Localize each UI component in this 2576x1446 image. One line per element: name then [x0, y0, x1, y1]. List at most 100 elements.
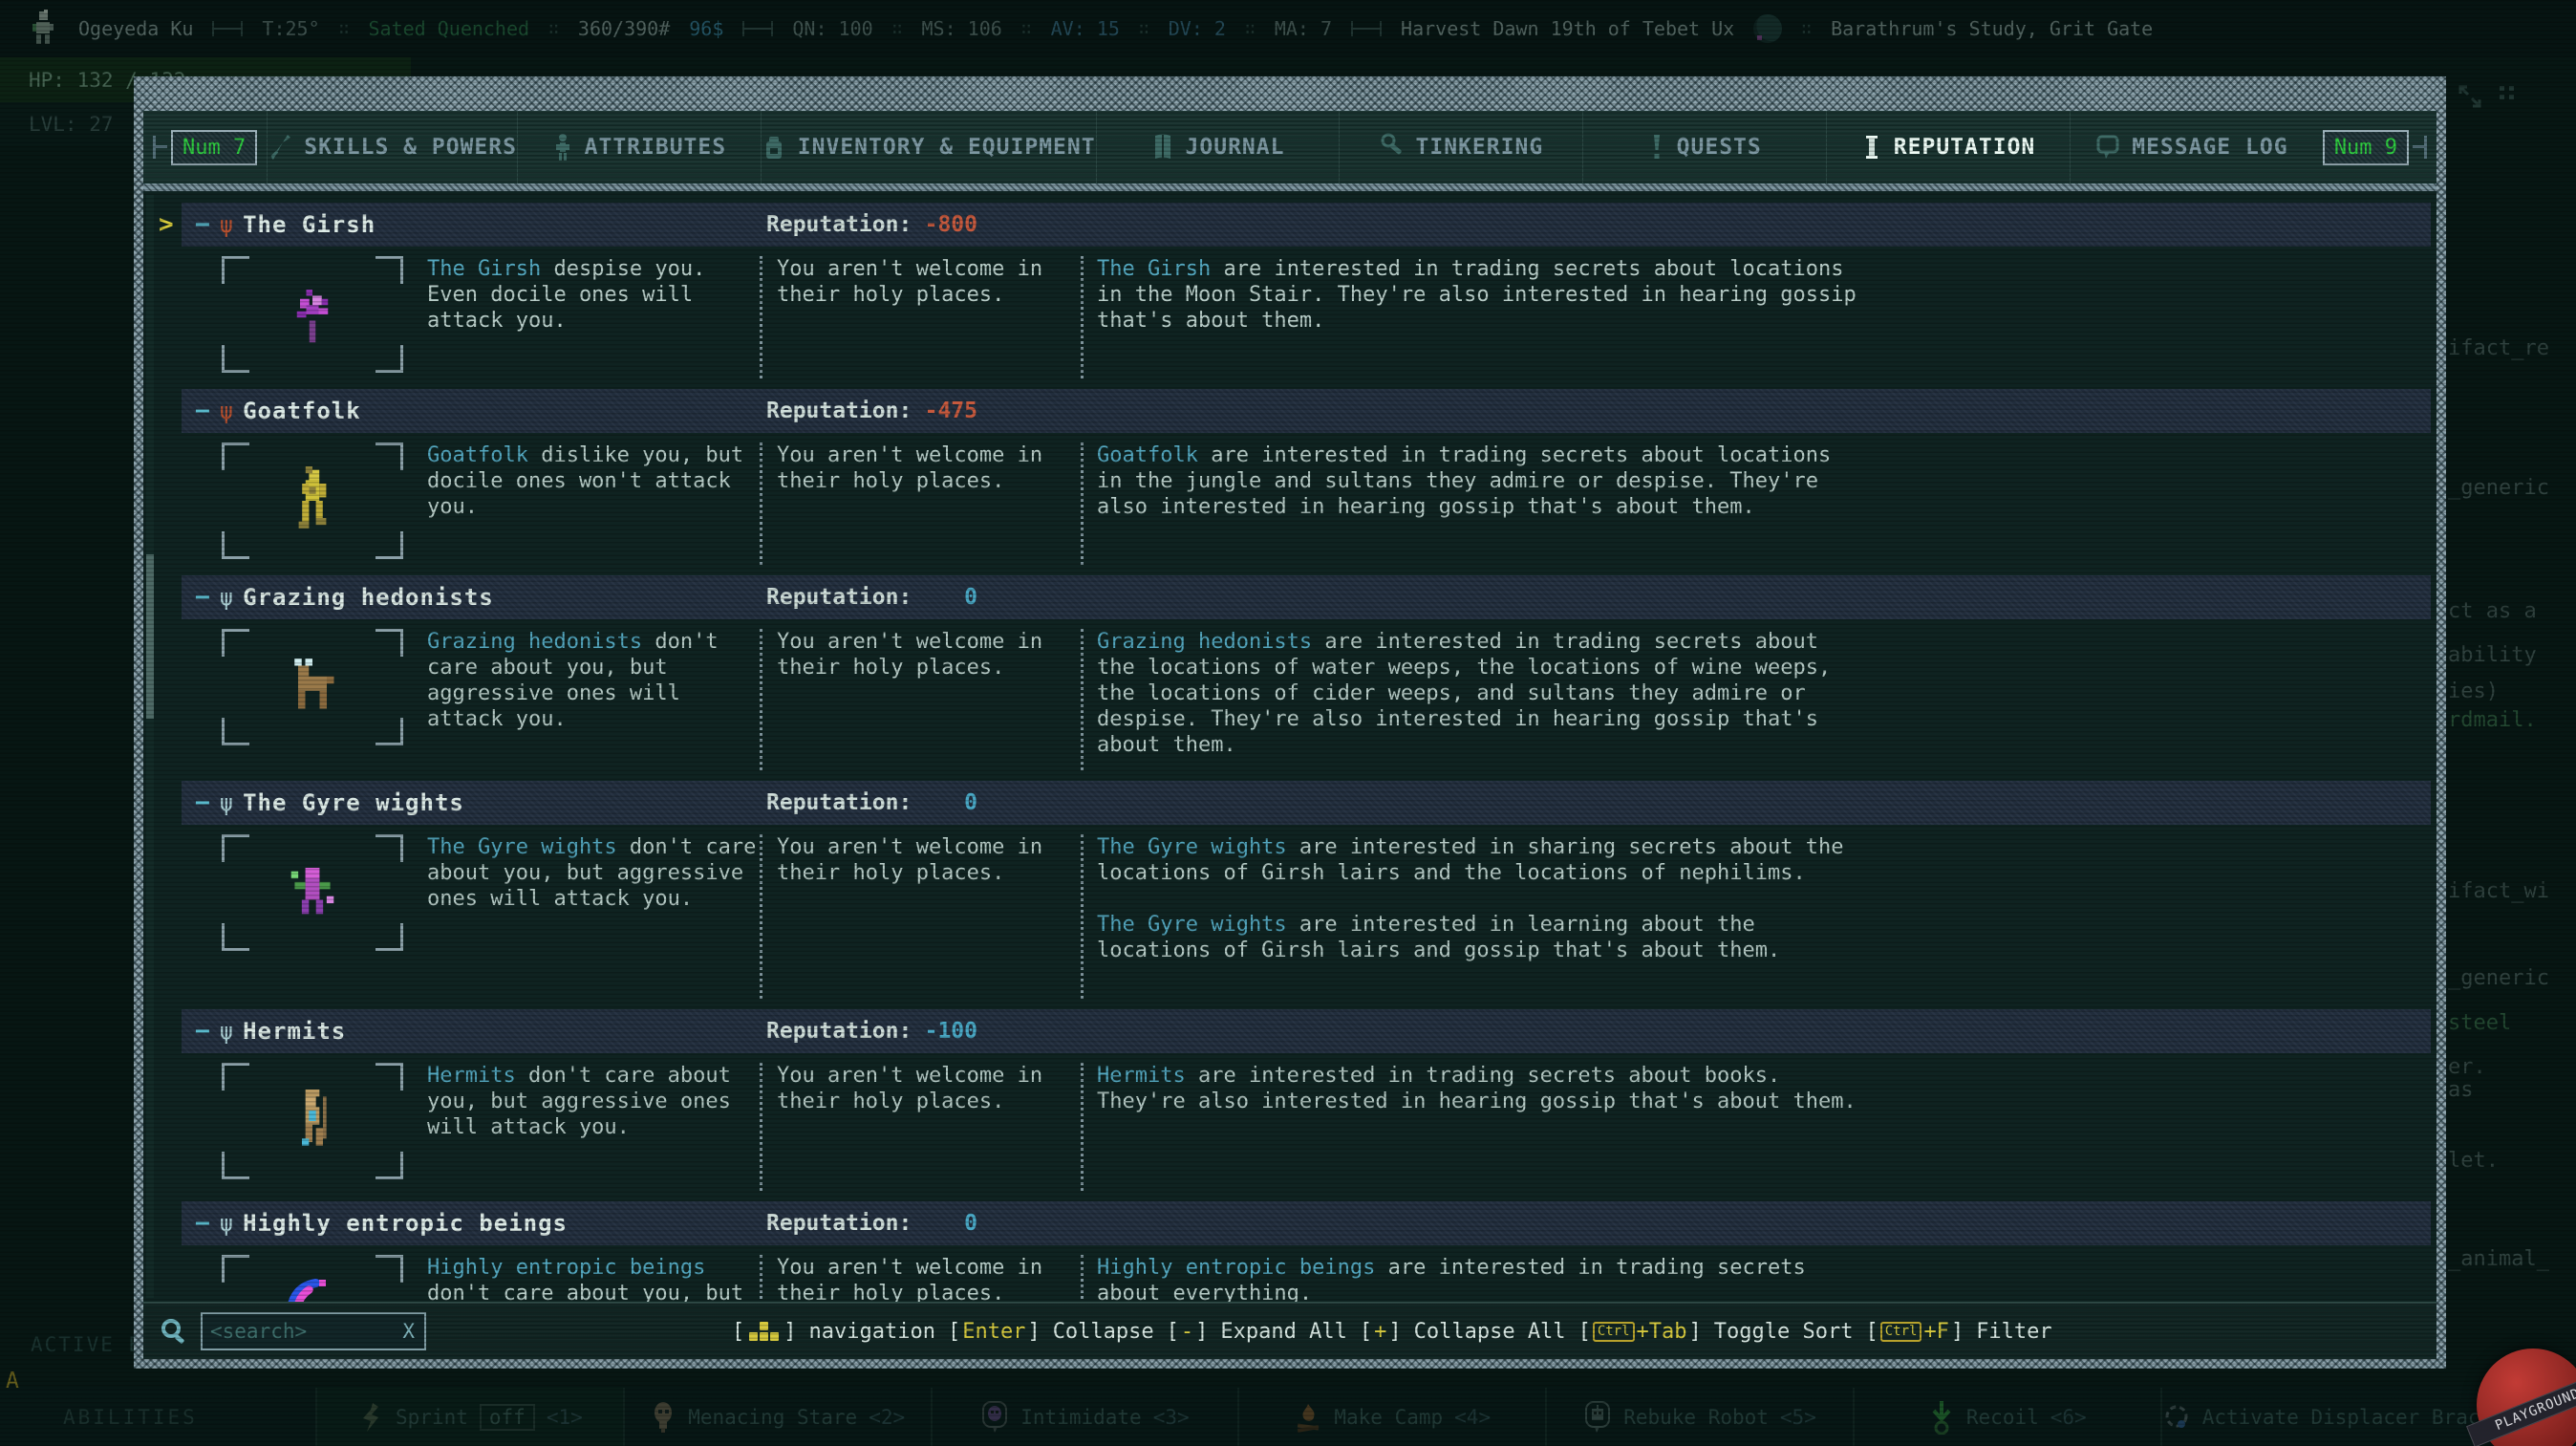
collapse-toggle[interactable]: − [195, 397, 210, 425]
faction-row-highly-entropic-beings: − ψ Highly entropic beings Reputation: 0 [182, 1201, 2431, 1302]
next-tab-badge[interactable]: Num 9 [2323, 130, 2427, 165]
faction-name: Goatfolk [243, 398, 361, 424]
skull-icon [650, 1400, 676, 1435]
log-fragment: ability [2448, 643, 2537, 667]
faction-detail: Goatfolk dislike you, but docile ones wo… [182, 433, 2431, 569]
stat-ms: MS: 106 [922, 17, 1002, 40]
log-fragment: _animal_ [2448, 1247, 2549, 1271]
faction-header[interactable]: − ψ The Gyre wights Reputation: 0 [182, 781, 2431, 825]
ability-recoil[interactable]: Recoil <6> [1853, 1388, 2160, 1446]
ctrl-key-icon: Ctrl [1593, 1322, 1635, 1342]
reputation-value: -100 [920, 1019, 977, 1044]
log-fragment: steel [2448, 1011, 2511, 1035]
game-screen: Ogeyeda Ku T:25° ∷ Sated Quenched ∷ 360/… [0, 0, 2576, 1446]
collapse-toggle[interactable]: − [195, 583, 210, 612]
faction-portrait [222, 1063, 403, 1179]
faction-detail: Grazing hedonists don't care about you, … [182, 619, 2431, 774]
clear-search-button[interactable]: X [402, 1320, 424, 1343]
hint-collapse-label: Collapse [1053, 1320, 1154, 1344]
ability-intimidate[interactable]: Intimidate <3> [931, 1388, 1238, 1446]
reputation-value: -800 [920, 212, 977, 237]
attributes-icon [552, 133, 573, 162]
campfire-icon [1294, 1400, 1322, 1435]
faction-portrait [222, 834, 403, 951]
prev-tab-badge[interactable]: Num 7 [153, 130, 257, 165]
hint-collapse-all-label: Collapse All [1414, 1320, 1566, 1344]
tab-skills-powers[interactable]: SKILLS & POWERS [267, 111, 517, 183]
faction-holy: You aren't welcome in their holy places. [762, 256, 1081, 382]
tab-tinkering[interactable]: TINKERING [1339, 111, 1582, 183]
hint-toggle-sort-label: Toggle Sort [1714, 1320, 1854, 1344]
faction-interests: The Gyre wights are interested in sharin… [1084, 834, 1861, 1003]
faction-icon: ψ [220, 1212, 233, 1235]
backpack-icon [762, 133, 786, 162]
faction-row-the-girsh: − ψ The Girsh Reputation: -800 [182, 203, 2431, 382]
playground-watermark: PLAYGROUND [2477, 1349, 2576, 1446]
ability-menacing-stare[interactable]: Menacing Stare <2> [623, 1388, 931, 1446]
reputation-value: 0 [920, 1211, 977, 1236]
modal-bottom-bar: X [ ] navigation [Enter] Collapse [-] [143, 1302, 2436, 1359]
faction-name: The Girsh [243, 211, 376, 238]
stat-qn: QN: 100 [792, 17, 872, 40]
separator-icon: ∷ [1801, 19, 1812, 39]
robot-bubble-icon [1583, 1400, 1612, 1435]
selection-cursor: > [159, 210, 174, 239]
faction-feeling: Hermits don't care about you, but aggres… [427, 1063, 760, 1195]
separator-icon: ∷ [892, 19, 903, 39]
faction-feeling: Grazing hedonists don't care about you, … [427, 629, 760, 774]
tab-message-log[interactable]: MESSAGE LOG [2070, 111, 2313, 183]
faction-header[interactable]: − ψ The Girsh Reputation: -800 [182, 203, 2431, 247]
faction-name: Highly entropic beings [243, 1210, 568, 1237]
resize-icon [2458, 84, 2482, 109]
log-fragment: as [2448, 1078, 2474, 1102]
reputation-label: Reputation: [766, 585, 912, 610]
faction-interests: The Girsh are interested in trading secr… [1084, 256, 1861, 382]
faction-feeling: Highly entropic beings don't care about … [427, 1255, 760, 1302]
faction-sprite-grazing-hedonist [284, 658, 341, 716]
faction-name: Hermits [243, 1018, 346, 1045]
search-input[interactable] [203, 1320, 402, 1343]
faction-holy: You aren't welcome in their holy places. [762, 442, 1081, 569]
faction-list: > − ψ The Girsh Reputation: -800 [143, 191, 2436, 1302]
collapse-toggle[interactable]: − [195, 788, 210, 817]
ctrl-key-icon: Ctrl [1880, 1322, 1922, 1342]
faction-header[interactable]: − ψ Hermits Reputation: -100 [182, 1009, 2431, 1053]
tab-inventory-equipment[interactable]: INVENTORY & EQUIPMENT [761, 111, 1096, 183]
ability-make-camp[interactable]: Make Camp <4> [1237, 1388, 1545, 1446]
faction-feeling: Goatfolk dislike you, but docile ones wo… [427, 442, 760, 569]
tab-bar: Num 7 SKILLS & POWERS ATTRIBUTES [143, 111, 2436, 183]
tab-divider [143, 183, 2436, 191]
scrollbar-thumb[interactable] [146, 554, 154, 719]
moon-phase-icon [1753, 14, 1782, 43]
hunger-thirst-status: Sated Quenched [368, 17, 529, 40]
tab-attributes[interactable]: ATTRIBUTES [517, 111, 761, 183]
faction-sprite-girsh [288, 283, 337, 346]
stat-dv: DV: 2 [1169, 17, 1226, 40]
search-box[interactable]: X [201, 1312, 426, 1350]
collapse-toggle[interactable]: − [195, 1209, 210, 1238]
ability-bar: ABILITIES Sprint off <1> Menacing Stare … [0, 1388, 2576, 1446]
player-icon [27, 10, 59, 48]
tab-journal[interactable]: JOURNAL [1096, 111, 1340, 183]
divider-icon [212, 21, 243, 36]
separator-icon: ∷ [1139, 19, 1149, 39]
stat-av: AV: 15 [1051, 17, 1120, 40]
collapse-toggle[interactable]: − [195, 210, 210, 239]
bracelet-icon [2162, 1401, 2191, 1434]
intimidate-skull-bubble-icon [980, 1400, 1009, 1435]
faction-sprite-goatfolk [291, 466, 333, 535]
hint-minus: [-] [1167, 1320, 1209, 1344]
faction-icon: ψ [220, 213, 233, 236]
tab-reputation[interactable]: REPUTATION [1826, 111, 2070, 183]
journal-icon [1151, 133, 1174, 162]
faction-detail: The Girsh despise you. Even docile ones … [182, 247, 2431, 382]
separator-icon: ∷ [1245, 19, 1256, 39]
ability-sprint[interactable]: Sprint off <1> [315, 1388, 623, 1446]
scrollbar-track[interactable] [146, 195, 154, 1298]
collapse-toggle[interactable]: − [195, 1017, 210, 1046]
tab-quests[interactable]: QUESTS [1582, 111, 1826, 183]
faction-header[interactable]: − ψ Highly entropic beings Reputation: 0 [182, 1201, 2431, 1245]
ability-rebuke-robot[interactable]: Rebuke Robot <5> [1545, 1388, 1853, 1446]
faction-header[interactable]: − ψ Goatfolk Reputation: -475 [182, 389, 2431, 433]
faction-header[interactable]: − ψ Grazing hedonists Reputation: 0 [182, 575, 2431, 619]
